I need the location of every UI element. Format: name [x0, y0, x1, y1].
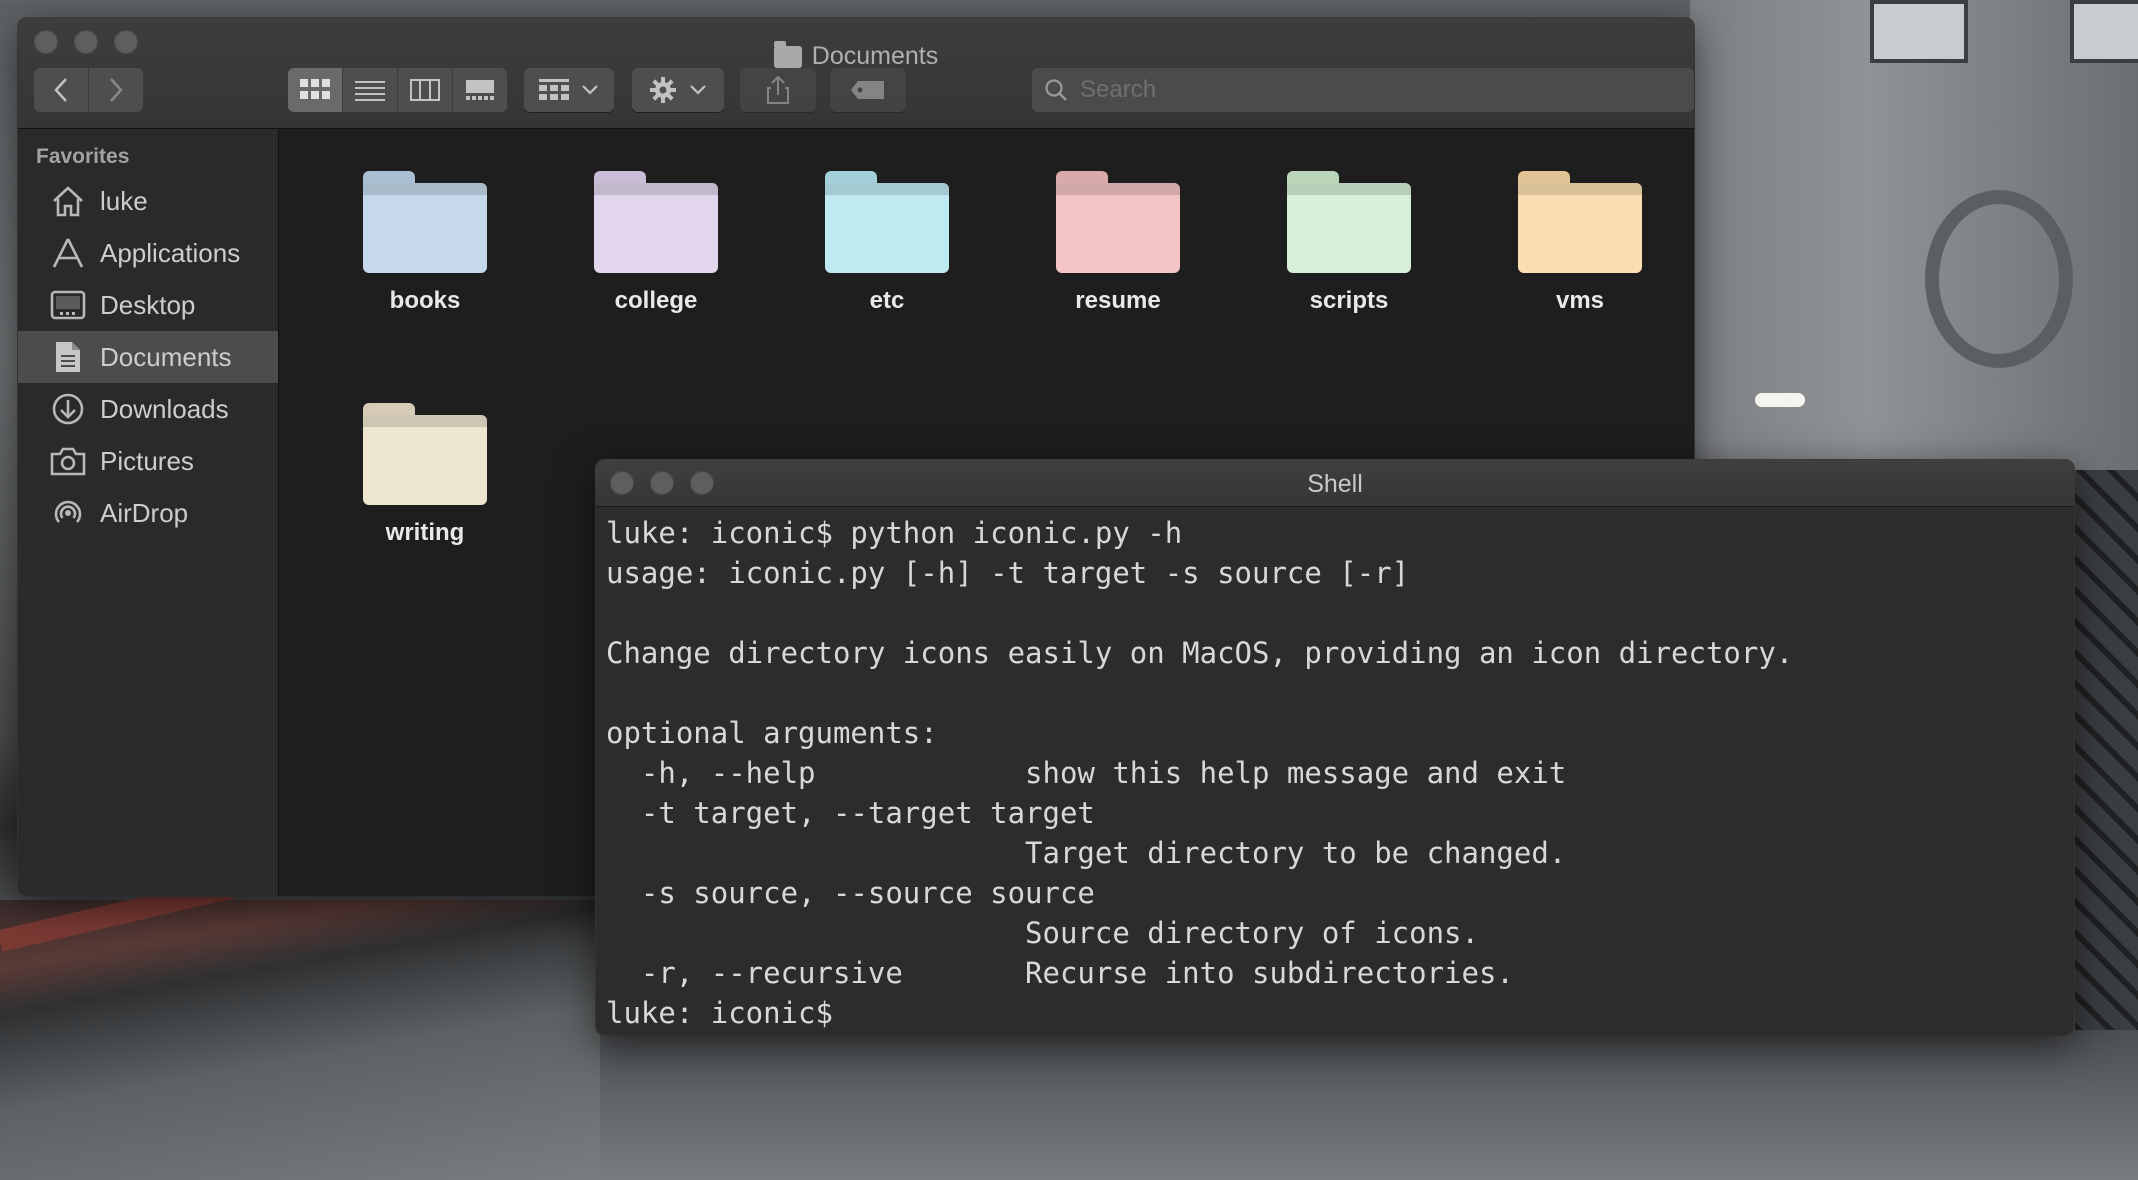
- folder-icon: [363, 403, 487, 505]
- terminal-line: usage: iconic.py [-h] -t target -s sourc…: [606, 556, 1410, 590]
- terminal-prompt[interactable]: luke: iconic$: [606, 993, 2064, 1033]
- sidebar-item-luke[interactable]: luke: [18, 175, 278, 227]
- sidebar-item-label: Applications: [100, 237, 241, 268]
- folder-item-scripts[interactable]: scripts: [1249, 171, 1449, 315]
- folder-item-vms[interactable]: vms: [1480, 171, 1680, 315]
- terminal-output[interactable]: luke: iconic$ python iconic.py -h usage: …: [596, 507, 2074, 1035]
- terminal-title: Shell: [1307, 470, 1363, 498]
- terminal-line: -t target, --target target: [606, 796, 1095, 830]
- view-mode-segment: [288, 68, 507, 112]
- action-menu-button[interactable]: [632, 68, 724, 112]
- folder-icon: [1287, 171, 1411, 273]
- chevron-down-icon: [582, 85, 598, 95]
- columns-icon: [410, 79, 440, 101]
- icon-view-button[interactable]: [288, 68, 343, 112]
- wallpaper-bridge: [0, 900, 600, 1180]
- folder-item-writing[interactable]: writing: [325, 403, 525, 547]
- sidebar-item-airdrop[interactable]: AirDrop: [18, 487, 278, 539]
- folder-icon: [773, 40, 802, 68]
- folder-label: scripts: [1309, 287, 1389, 314]
- list-icon: [355, 81, 385, 101]
- terminal-window[interactable]: Shell luke: iconic$ python iconic.py -h u…: [596, 460, 2074, 1035]
- desktop-icon: [50, 287, 86, 323]
- chevron-right-icon: [110, 78, 123, 102]
- wallpaper-truss: [2075, 470, 2138, 1030]
- sidebar-item-documents[interactable]: Documents: [18, 331, 278, 383]
- sidebar-item-desktop[interactable]: Desktop: [18, 279, 278, 331]
- folder-icon: [1518, 171, 1642, 273]
- icon-grid-icon: [300, 79, 330, 99]
- sidebar-item-label: AirDrop: [100, 497, 189, 528]
- folder-label: vms: [1555, 287, 1605, 314]
- terminal-line: -r, --recursive Recurse into subdirector…: [606, 956, 1514, 990]
- gallery-view-button[interactable]: [453, 68, 507, 112]
- terminal-line: optional arguments:: [606, 716, 938, 750]
- chevron-left-icon: [54, 78, 67, 102]
- pictures-icon: [50, 443, 86, 479]
- terminal-line: -s source, --source source: [606, 876, 1095, 910]
- chevron-down-icon: [690, 85, 706, 95]
- folder-label: books: [389, 287, 461, 314]
- terminal-line: Source directory of icons.: [606, 916, 1479, 950]
- folder-label: resume: [1075, 287, 1161, 314]
- folder-icon: [363, 171, 487, 273]
- folder-icon: [1056, 171, 1180, 273]
- sidebar-item-pictures[interactable]: Pictures: [18, 435, 278, 487]
- group-grid-icon: [539, 79, 569, 100]
- sidebar-item-label: Pictures: [100, 445, 194, 476]
- wallpaper-lamp: [1755, 393, 1805, 407]
- share-icon: [767, 75, 789, 104]
- tag-button[interactable]: [830, 68, 906, 112]
- wallpaper-window: [1870, 0, 1968, 63]
- folder-item-college[interactable]: college: [556, 171, 756, 315]
- terminal-line: Target directory to be changed.: [606, 836, 1567, 870]
- nav-buttons: [34, 68, 143, 112]
- wallpaper-ring: [1925, 190, 2073, 368]
- sidebar-item-label: Desktop: [100, 289, 196, 320]
- sidebar-item-applications[interactable]: Applications: [18, 227, 278, 279]
- sidebar-item-label: Downloads: [100, 393, 229, 424]
- folder-label: writing: [385, 519, 465, 546]
- terminal-line: luke: iconic$ python iconic.py -h: [606, 516, 1183, 550]
- wallpaper-road: [600, 1030, 2138, 1180]
- back-button[interactable]: [34, 68, 89, 112]
- terminal-line: -h, --help show this help message and ex…: [606, 756, 1567, 790]
- share-button[interactable]: [740, 68, 816, 112]
- folder-item-resume[interactable]: resume: [1018, 171, 1218, 315]
- gallery-icon: [466, 80, 494, 100]
- folder-label: etc: [869, 287, 905, 314]
- sidebar-heading: Favorites: [36, 145, 130, 168]
- terminal-titlebar: Shell: [596, 460, 2074, 507]
- gear-icon: [650, 77, 676, 103]
- forward-button[interactable]: [89, 68, 143, 112]
- finder-toolbar: Documents: [18, 18, 1694, 129]
- search-input[interactable]: [1078, 75, 1642, 105]
- documents-icon: [50, 339, 86, 375]
- folder-item-etc[interactable]: etc: [787, 171, 987, 315]
- wallpaper-window: [2070, 0, 2138, 63]
- search-field[interactable]: [1032, 68, 1694, 112]
- downloads-icon: [50, 391, 86, 427]
- airdrop-icon: [50, 495, 86, 531]
- window-title: Documents: [18, 40, 1694, 71]
- sidebar-item-label: Documents: [100, 341, 232, 372]
- search-icon: [1045, 79, 1067, 101]
- finder-sidebar: Favorites luke Applications Desktop Docu…: [18, 129, 279, 896]
- window-title-text: Documents: [811, 42, 939, 70]
- list-view-button[interactable]: [343, 68, 398, 112]
- folder-icon: [594, 171, 718, 273]
- applications-icon: [50, 235, 86, 271]
- folder-icon: [825, 171, 949, 273]
- tag-icon: [851, 81, 884, 99]
- folder-label: college: [614, 287, 698, 314]
- group-by-button[interactable]: [524, 68, 614, 112]
- column-view-button[interactable]: [398, 68, 453, 112]
- folder-item-books[interactable]: books: [325, 171, 525, 315]
- sidebar-item-label: luke: [100, 185, 148, 216]
- terminal-line: Change directory icons easily on MacOS, …: [606, 636, 1794, 670]
- sidebar-item-downloads[interactable]: Downloads: [18, 383, 278, 435]
- home-icon: [50, 183, 86, 219]
